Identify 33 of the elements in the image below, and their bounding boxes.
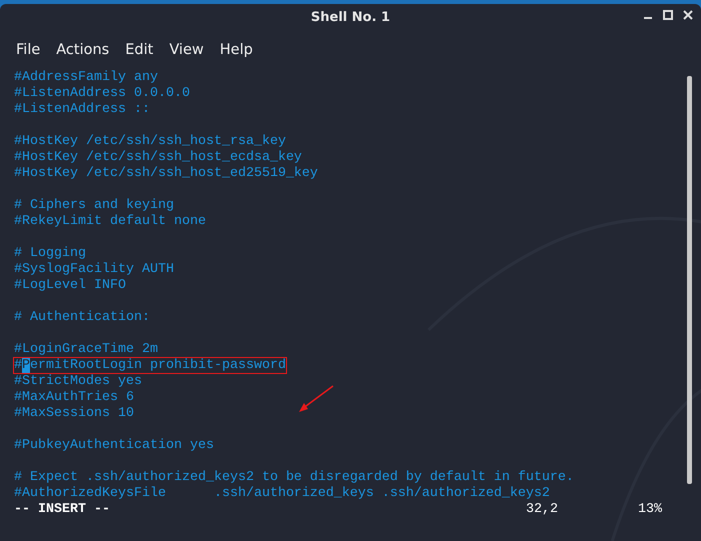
mode-indicator: -- INSERT -- [14, 502, 110, 517]
code-line: #AddressFamily any [14, 70, 158, 85]
menu-item[interactable]: Edit [117, 36, 162, 66]
code-line: #LogLevel INFO [14, 278, 126, 293]
code-line: # Ciphers and keying [14, 198, 174, 213]
menu-item[interactable]: File [8, 36, 48, 66]
code-line: #HostKey /etc/ssh/ssh_host_ed25519_key [14, 166, 318, 181]
code-line: #StrictModes yes [14, 374, 142, 389]
code-line: # Authentication: [14, 310, 150, 325]
code-line: #MaxAuthTries 6 [14, 390, 134, 405]
menu-item[interactable]: Actions [48, 36, 118, 66]
code-line: # Expect .ssh/authorized_keys2 to be disregarded by default in future. [14, 470, 574, 485]
code-line: # Logging [14, 246, 86, 261]
code-line: #PermitRootLogin prohibit-password [14, 358, 286, 373]
code-line: #SyslogFacility AUTH [14, 262, 174, 277]
scrollbar[interactable] [687, 76, 692, 484]
code-line: #MaxSessions 10 [14, 406, 134, 421]
code-line: #RekeyLimit default none [14, 214, 206, 229]
code-line: #ListenAddress :: [14, 102, 150, 117]
code-line: #LoginGraceTime 2m [14, 342, 158, 357]
code-line: #HostKey /etc/ssh/ssh_host_ecdsa_key [14, 150, 302, 165]
code-line: #PubkeyAuthentication yes [14, 438, 214, 453]
menu-item[interactable]: View [161, 36, 212, 66]
code-line: #HostKey /etc/ssh/ssh_host_rsa_key [14, 134, 286, 149]
code-line: #AuthorizedKeysFile .ssh/authorized_keys .ssh/authorized_keys2 [14, 486, 550, 501]
annotation-arrow [296, 384, 336, 414]
close-icon[interactable] [683, 10, 693, 20]
code-line: #ListenAddress 0.0.0.0 [14, 86, 190, 101]
maximize-icon[interactable] [663, 10, 673, 20]
cursor-position: 32,2 [526, 502, 558, 518]
scroll-percent: 13% [638, 502, 662, 518]
menu-item[interactable]: Help [212, 36, 261, 66]
window-title: Shell No. 1 [310, 9, 390, 28]
